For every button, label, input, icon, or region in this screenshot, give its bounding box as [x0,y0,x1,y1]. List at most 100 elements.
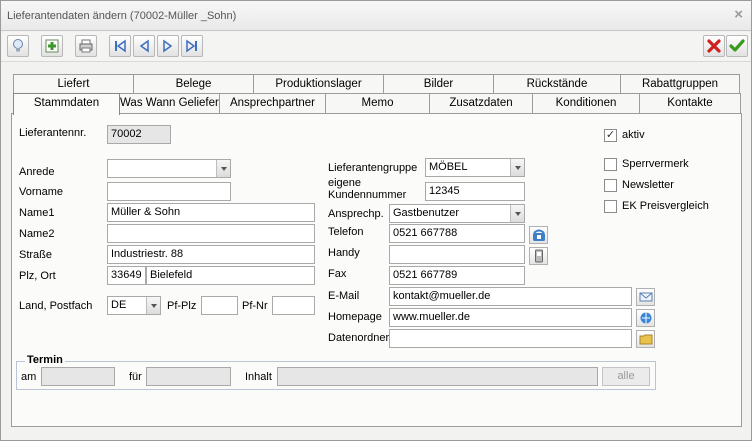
lieferantengruppe-select[interactable]: MÖBEL [425,158,525,177]
pfplz-label: Pf-Plz [167,300,197,312]
tab-was-wann-geliefert[interactable]: Was Wann Geliefert [119,93,220,113]
newsletter-label: Newsletter [622,179,674,191]
add-record-button[interactable] [41,35,63,57]
termin-inhalt-field [277,367,598,386]
window-title: Lieferantendaten ändern (70002-Müller _S… [7,10,237,22]
newsletter-checkbox[interactable] [604,179,617,192]
tab-row-bottom: Stammdaten Was Wann Geliefert Ansprechpa… [1,93,751,115]
plz-field[interactable]: 33649 [107,266,146,285]
tab-zusatzdaten[interactable]: Zusatzdaten [429,93,533,113]
chevron-down-icon [510,205,524,222]
send-email-button[interactable] [636,288,655,306]
land-select[interactable]: DE [107,296,161,315]
telefon-field[interactable]: 0521 667788 [389,224,525,243]
chevron-down-icon [216,160,230,177]
vorname-field[interactable] [107,182,231,201]
dial-mobile-button[interactable] [529,247,548,265]
cancel-icon [707,39,721,53]
homepage-field[interactable]: www.mueller.de [389,308,632,327]
fax-field[interactable]: 0521 667789 [389,266,525,285]
land-postfach-label: Land, Postfach [19,300,93,312]
tab-stammdaten[interactable]: Stammdaten [13,93,120,115]
ek-preisvergleich-checkbox[interactable] [604,200,617,213]
homepage-label: Homepage [328,311,382,323]
last-record-button[interactable] [181,35,203,57]
ansprechpartner-value: Gastbenutzer [393,207,460,219]
tab-ansprechpartner[interactable]: Ansprechpartner [219,93,326,113]
termin-inhalt-label: Inhalt [245,371,272,383]
dial-phone-button[interactable] [529,226,548,244]
aktiv-label: aktiv [622,129,645,141]
cancel-button[interactable] [703,35,725,57]
tab-produktionslager[interactable]: Produktionslager [253,74,384,94]
close-window-button[interactable]: × [734,6,743,23]
print-button[interactable] [75,35,97,57]
tab-belege[interactable]: Belege [133,74,254,94]
tab-liefert[interactable]: Liefert [13,74,134,94]
chevron-down-icon [146,297,160,314]
print-icon [79,39,93,53]
aktiv-checkbox[interactable]: ✓ [604,129,617,142]
termin-am-label: am [21,371,37,383]
ek-preisvergleich-label: EK Preisvergleich [622,200,709,212]
open-folder-button[interactable] [636,330,655,348]
tab-memo[interactable]: Memo [325,93,430,113]
ansprechpartner-label: Ansprechp. [328,208,384,220]
kundennummer-label-line1: eigene [328,177,362,189]
plz-ort-label: Plz, Ort [19,270,56,282]
sperrvermerk-checkbox[interactable] [604,158,617,171]
lieferantengruppe-value: MÖBEL [429,161,468,173]
ansprechpartner-select[interactable]: Gastbenutzer [389,204,525,223]
pfnr-label: Pf-Nr [242,300,268,312]
fax-label: Fax [328,268,347,280]
tab-bilder[interactable]: Bilder [383,74,494,94]
datenordner-field[interactable] [389,329,632,348]
telefon-label: Telefon [328,226,364,238]
handy-label: Handy [328,247,360,259]
envelope-icon [639,292,652,302]
name1-label: Name1 [19,207,55,219]
anrede-select[interactable] [107,159,231,178]
ort-field[interactable]: Bielefeld [146,266,315,285]
tab-row-top: Liefert Belege Produktionslager Bilder R… [1,74,751,94]
email-label: E-Mail [328,290,360,302]
kundennummer-field[interactable]: 12345 [425,182,525,201]
previous-record-button[interactable] [133,35,155,57]
next-record-button[interactable] [157,35,179,57]
datenordner-label: Datenordner [328,332,390,344]
pfplz-field[interactable] [201,296,238,315]
handy-field[interactable] [389,245,525,264]
pfnr-field[interactable] [272,296,315,315]
name2-field[interactable] [107,224,315,243]
last-record-icon [186,39,197,53]
termin-alle-button[interactable]: alle [602,367,650,386]
title-bar: Lieferantendaten ändern (70002-Müller _S… [1,1,751,31]
open-homepage-button[interactable] [636,309,655,327]
confirm-icon [729,39,745,52]
strasse-field[interactable]: Industriestr. 88 [107,245,315,264]
tab-konditionen[interactable]: Konditionen [532,93,640,113]
supplier-edit-window: Lieferantendaten ändern (70002-Müller _S… [0,0,752,441]
tab-rabattgruppen[interactable]: Rabattgruppen [620,74,740,94]
termin-am-field [41,367,115,386]
browser-icon [640,312,651,324]
first-record-button[interactable] [109,35,131,57]
termin-title: Termin [25,354,65,366]
folder-icon [639,334,652,345]
termin-fuer-field [146,367,231,386]
tab-kontakte[interactable]: Kontakte [639,93,741,113]
tab-rueckstaende[interactable]: Rückstände [493,74,621,94]
lieferantengruppe-label: Lieferantengruppe [328,162,418,174]
first-record-icon [115,39,126,53]
mobile-phone-icon [534,249,543,263]
email-field[interactable]: kontakt@mueller.de [389,287,632,306]
termin-fuer-label: für [129,371,142,383]
vorname-label: Vorname [19,186,64,198]
lightbulb-button[interactable] [7,35,29,57]
chevron-down-icon [510,159,524,176]
phone-icon [532,229,545,241]
confirm-button[interactable] [726,35,748,57]
name1-field[interactable]: Müller & Sohn [107,203,315,222]
previous-record-icon [139,39,149,53]
lightbulb-icon [13,39,23,52]
